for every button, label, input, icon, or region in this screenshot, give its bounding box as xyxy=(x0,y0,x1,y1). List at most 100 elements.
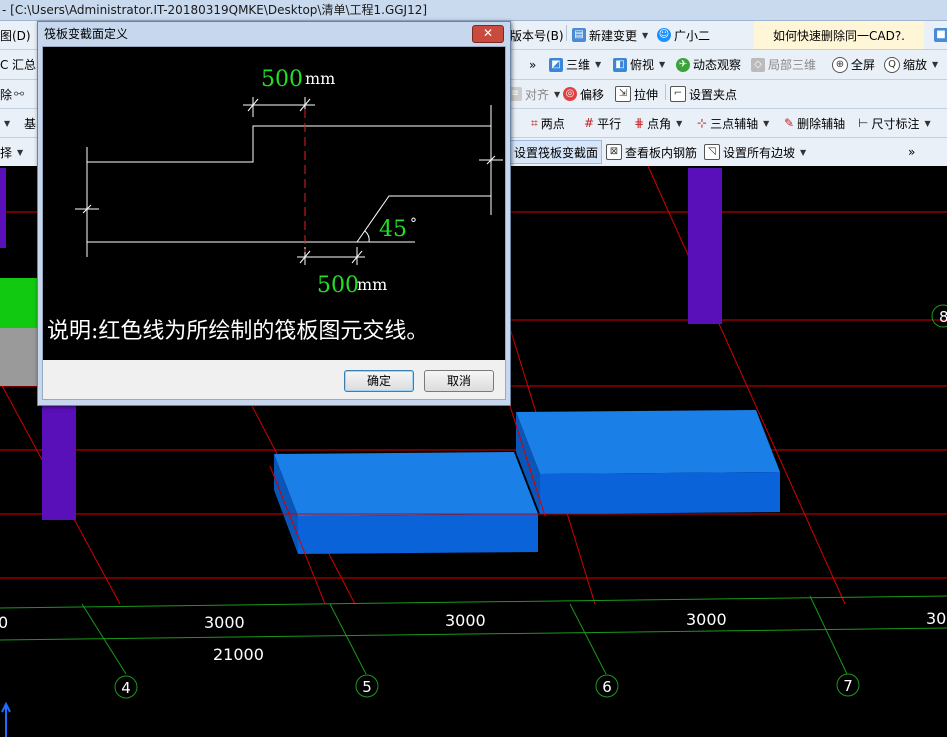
chevron-down-icon: ▼ xyxy=(676,118,683,128)
delete-button[interactable]: 除 xyxy=(0,80,12,108)
raft-slab-high[interactable] xyxy=(516,410,780,514)
column-element[interactable] xyxy=(0,168,6,248)
wall-element[interactable] xyxy=(0,322,38,386)
ok-button[interactable]: 确定 xyxy=(344,370,414,392)
chevron-down-icon: ▼ xyxy=(763,118,770,128)
parallel-icon: # xyxy=(584,116,595,130)
app-icon: ■ xyxy=(934,28,947,42)
set-raft-section-button[interactable]: 设置筏板变截面 xyxy=(510,140,603,164)
new-change-button[interactable]: ▤ 新建变更 ▼ xyxy=(572,21,648,49)
axis-label: 7 xyxy=(843,677,853,695)
point-angle-button[interactable]: ⋕ 点角 ▼ xyxy=(634,109,682,137)
offset-button[interactable]: ◎ 偏移 xyxy=(563,80,604,108)
local3d-button[interactable]: ◇ 局部三维 xyxy=(751,50,816,79)
raft-section-dialog: 筏板变截面定义 ✕ 500 mm 500 mm 45 ° 说明:红色线为所绘制的… xyxy=(37,21,511,406)
view3d-button[interactable]: ◩ 三维 ▼ xyxy=(549,50,601,79)
rebar-icon: ⊠ xyxy=(606,144,622,160)
chevron-down-icon: ▼ xyxy=(642,30,649,40)
set-all-edges-button[interactable]: ◹ 设置所有边坡 ▼ xyxy=(704,138,806,166)
point-angle-icon: ⋕ xyxy=(634,116,645,130)
chevron-down-icon: ▼ xyxy=(932,60,939,69)
grip-button[interactable]: ⌐ 设置夹点 xyxy=(670,80,737,108)
align-button[interactable]: ≡ 对齐 ▼ xyxy=(508,80,560,108)
dimension-label: 0 xyxy=(0,613,8,632)
top-view-icon: ◧ xyxy=(613,57,627,72)
column-element[interactable] xyxy=(688,168,722,324)
section-diagram: 500 mm 500 mm 45 ° 说明:红色线为所绘制的筏板图元交线。 xyxy=(43,47,505,360)
toolbar-separator xyxy=(566,25,567,41)
dialog-body: 500 mm 500 mm 45 ° 说明:红色线为所绘制的筏板图元交线。 确定… xyxy=(42,46,506,400)
green-element[interactable] xyxy=(0,278,38,328)
version-menu[interactable]: 版本号(B) xyxy=(510,21,564,49)
three-point-axis-button[interactable]: ⊹ 三点辅轴 ▼ xyxy=(697,109,769,137)
cube-icon: ◩ xyxy=(549,57,563,72)
chevron-down-icon: ▼ xyxy=(554,89,561,99)
dialog-title: 筏板变截面定义 xyxy=(44,27,129,41)
dimension-label: 3000 xyxy=(445,611,486,630)
chevron-down-icon: ▼ xyxy=(924,118,931,128)
axis-label: 4 xyxy=(121,679,131,697)
edges-icon: ◹ xyxy=(704,144,720,160)
bottom-dimension-unit: mm xyxy=(357,275,387,294)
chevron-down-icon: ▼ xyxy=(800,147,807,157)
slab-outline xyxy=(75,97,503,265)
raft-slab-low[interactable] xyxy=(274,452,538,554)
c-button[interactable]: C xyxy=(0,50,8,79)
axis-label: 5 xyxy=(362,678,372,696)
parallel-button[interactable]: # 平行 xyxy=(584,109,621,137)
dimension-icon: ⊢ xyxy=(858,116,869,130)
close-button[interactable]: ✕ xyxy=(472,25,504,43)
stretch-icon: ⇲ xyxy=(615,86,631,102)
document-icon: ▤ xyxy=(572,28,586,42)
view-rebar-button[interactable]: ⊠ 查看板内钢筋 xyxy=(606,138,697,166)
fullscreen-button[interactable]: ⊕ 全屏 xyxy=(832,50,875,79)
overflow-icon[interactable]: » xyxy=(529,50,536,79)
local3d-icon: ◇ xyxy=(751,57,765,72)
version-label: 版本号(B) xyxy=(510,28,564,43)
orbit-icon: ✈ xyxy=(676,57,690,72)
overflow-icon[interactable]: » xyxy=(908,138,915,166)
three-point-axis-icon: ⊹ xyxy=(697,116,708,130)
explanation-note: 说明:红色线为所绘制的筏板图元交线。 xyxy=(47,319,429,344)
dimension-button[interactable]: ⊢ 尺寸标注 ▼ xyxy=(858,109,931,137)
two-point-icon: ⌗ xyxy=(531,115,538,130)
chevron-down-icon: ▼ xyxy=(659,60,666,69)
offset-icon: ◎ xyxy=(563,87,577,101)
summary-button[interactable]: 汇总 xyxy=(12,50,36,79)
top-dimension-unit: mm xyxy=(305,69,335,88)
window-title-bar: - [C:\Users\Administrator.IT-20180319QMK… xyxy=(0,0,947,21)
edge-button[interactable]: ■ xyxy=(934,21,947,49)
zoom-button[interactable]: Q 缩放 ▼ xyxy=(884,50,938,79)
help-link[interactable]: 如何快速删除同一CAD?. xyxy=(754,21,924,49)
axis-label: 6 xyxy=(602,678,612,696)
grip-icon: ⌐ xyxy=(670,86,686,102)
chevron-down-icon[interactable]: ▼ xyxy=(2,109,10,137)
menu-item-drawing[interactable]: 图(D) xyxy=(0,21,31,49)
bottom-dimension-value: 500 xyxy=(317,273,359,298)
top-dimension-value: 500 xyxy=(261,67,303,92)
delete-axis-icon: ✎ xyxy=(784,116,795,130)
base-button[interactable]: 基 xyxy=(24,109,36,137)
chain-icon[interactable]: ⚯ xyxy=(14,80,24,108)
total-dimension-label: 21000 xyxy=(213,645,264,664)
cancel-button[interactable]: 取消 xyxy=(424,370,494,392)
orbit-button[interactable]: ✈ 动态观察 xyxy=(676,50,741,79)
dimension-label: 30 xyxy=(926,609,946,628)
dimension-label: 3000 xyxy=(686,610,727,629)
angle-value: 45 xyxy=(379,217,407,242)
two-point-button[interactable]: ⌗ 两点 xyxy=(531,109,565,137)
delete-axis-button[interactable]: ✎ 删除辅轴 xyxy=(784,109,845,137)
fullscreen-icon: ⊕ xyxy=(832,56,848,73)
magnifier-icon: Q xyxy=(884,56,900,73)
axis-label: 8 xyxy=(939,308,947,326)
chevron-down-icon: ▼ xyxy=(595,60,602,69)
angle-unit: ° xyxy=(410,216,417,232)
select-button[interactable]: 择 ▼ xyxy=(0,138,23,166)
dimension-label: 3000 xyxy=(204,613,245,632)
stretch-button[interactable]: ⇲ 拉伸 xyxy=(615,80,658,108)
assistant-button[interactable]: ☺ 广小二 xyxy=(657,21,710,49)
top-view-button[interactable]: ◧ 俯视 ▼ xyxy=(613,50,665,79)
toolbar-separator xyxy=(665,84,666,100)
window-title: - [C:\Users\Administrator.IT-20180319QMK… xyxy=(2,3,428,17)
column-element[interactable] xyxy=(42,402,76,520)
